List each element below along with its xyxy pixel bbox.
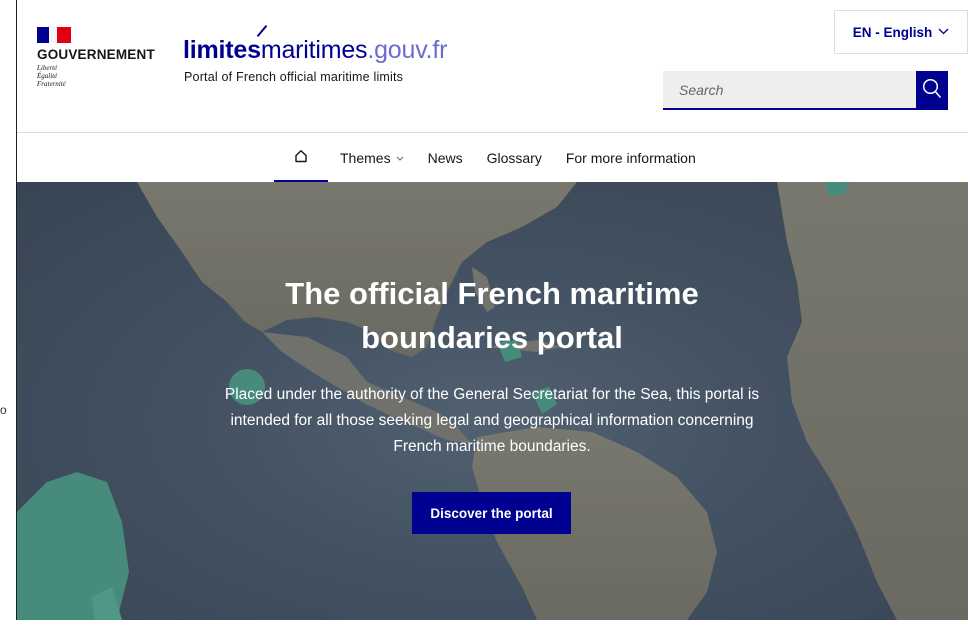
main-navigation: Themes News Glossary For more informatio… — [17, 133, 968, 182]
motto-line: Fraternité — [37, 80, 66, 88]
search-button[interactable] — [915, 71, 948, 110]
motto-line: Liberté — [37, 64, 58, 72]
government-name: GOUVERNEMENT — [37, 47, 155, 62]
search-input[interactable] — [663, 71, 916, 110]
hero-description-line: intended for all those seeking legal and… — [230, 412, 754, 429]
chevron-down-icon — [396, 153, 404, 163]
language-label: EN - English — [852, 24, 933, 40]
hero-description-line: French maritime boundaries. — [393, 438, 591, 455]
nav-more-information-label: For more information — [565, 149, 696, 166]
chevron-down-icon — [938, 26, 949, 38]
hero-description: Placed under the authority of the Genera… — [162, 382, 822, 460]
site-title[interactable]: limitesmaritimes.gouv.fr — [183, 36, 447, 65]
motto-line: Égalité — [37, 72, 58, 80]
search-icon — [922, 78, 942, 103]
nav-home[interactable] — [274, 133, 328, 182]
nav-themes[interactable]: Themes — [328, 133, 416, 182]
nav-news[interactable]: News — [416, 133, 475, 182]
search-bar — [663, 71, 948, 110]
site-header: GOUVERNEMENT Liberté Égalité Fraternité … — [17, 0, 968, 133]
nav-themes-label: Themes — [340, 149, 391, 166]
hero-title-line: boundaries portal — [361, 320, 623, 355]
government-logo[interactable]: GOUVERNEMENT Liberté Égalité Fraternité — [37, 27, 155, 88]
nav-glossary-label: Glossary — [486, 149, 542, 166]
hero-description-line: Placed under the authority of the Genera… — [224, 386, 760, 403]
site-title-part-3: .gouv.fr — [367, 36, 448, 64]
nav-glossary[interactable]: Glossary — [475, 133, 554, 182]
language-selector[interactable]: EN - English — [834, 10, 968, 54]
hero-banner: The official French maritime boundaries … — [17, 182, 968, 620]
hero-title: The official French maritime boundaries … — [192, 272, 792, 360]
french-flag-icon — [37, 27, 71, 43]
discover-portal-button[interactable]: Discover the portal — [412, 492, 571, 534]
nav-more-information[interactable]: For more information — [554, 133, 708, 182]
nav-news-label: News — [427, 149, 463, 166]
home-icon — [294, 149, 308, 166]
government-motto: Liberté Égalité Fraternité — [37, 64, 155, 88]
site-title-part-1: limites — [183, 36, 261, 64]
hero-title-line: The official French maritime — [285, 276, 699, 311]
site-tagline: Portal of French official maritime limit… — [184, 70, 404, 84]
browser-page: GOUVERNEMENT Liberté Égalité Fraternité … — [17, 0, 968, 620]
site-title-part-2: maritimes — [260, 36, 368, 64]
stray-glyph: o — [0, 403, 7, 417]
